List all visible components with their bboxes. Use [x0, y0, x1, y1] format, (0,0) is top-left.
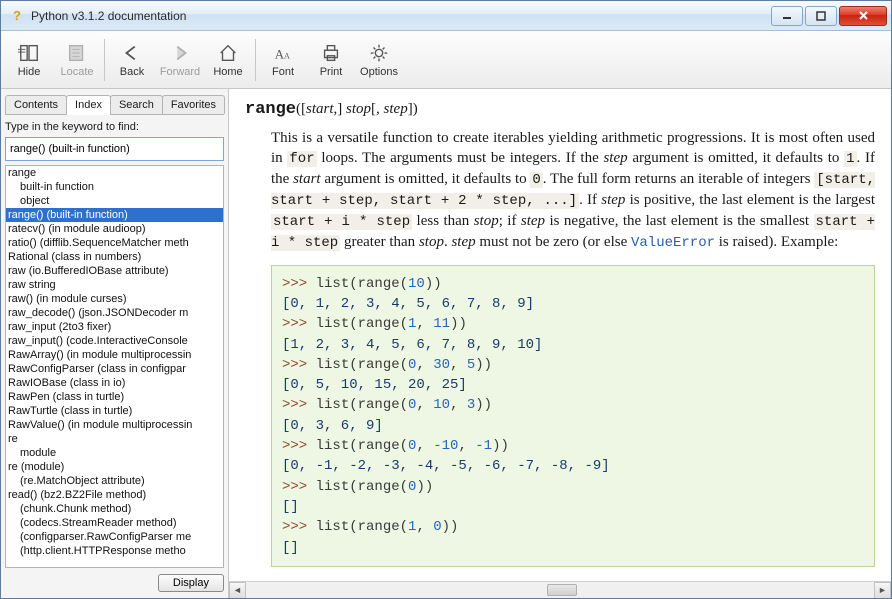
display-button[interactable]: Display: [158, 574, 224, 592]
keyword-input[interactable]: [5, 137, 224, 161]
maximize-icon: [816, 11, 826, 21]
font-label: Font: [272, 67, 294, 78]
index-item[interactable]: (re.MatchObject attribute): [6, 474, 223, 488]
content-pane[interactable]: range([start,] stop[, step]) This is a v…: [229, 89, 891, 598]
close-icon: [858, 10, 869, 21]
index-item[interactable]: raw_decode() (json.JSONDecoder m: [6, 306, 223, 320]
index-item[interactable]: re: [6, 432, 223, 446]
index-item[interactable]: RawArray() (in module multiprocessin: [6, 348, 223, 362]
index-item[interactable]: range: [6, 166, 223, 180]
index-item[interactable]: (chunk.Chunk method): [6, 502, 223, 516]
print-icon: [319, 41, 343, 65]
function-signature: range([start,] stop[, step]): [245, 99, 875, 122]
locate-label: Locate: [60, 67, 93, 78]
index-item[interactable]: RawTurtle (class in turtle): [6, 404, 223, 418]
scroll-track[interactable]: [246, 582, 874, 599]
back-label: Back: [120, 67, 144, 78]
app-icon: ?: [9, 8, 25, 24]
forward-icon: [168, 41, 192, 65]
tabs: Contents Index Search Favorites: [5, 93, 224, 115]
function-args: ([start,] stop[, step]): [296, 101, 418, 117]
minimize-button[interactable]: [771, 6, 803, 26]
keyword-label: Type in the keyword to find:: [5, 121, 224, 133]
toolbar-separator: [104, 39, 105, 81]
index-item[interactable]: RawIOBase (class in io): [6, 376, 223, 390]
options-label: Options: [360, 67, 398, 78]
valueerror-link[interactable]: ValueError: [631, 235, 715, 251]
tab-search[interactable]: Search: [110, 95, 163, 114]
hide-button[interactable]: Hide: [5, 37, 53, 82]
scroll-right-icon[interactable]: ►: [874, 582, 891, 599]
main-split: Contents Index Search Favorites Type in …: [1, 89, 891, 598]
index-item[interactable]: RawConfigParser (class in configpar: [6, 362, 223, 376]
doc-content: range([start,] stop[, step]) This is a v…: [229, 89, 891, 587]
index-item[interactable]: built-in function: [6, 180, 223, 194]
index-list[interactable]: rangebuilt-in functionobjectrange() (bui…: [6, 166, 223, 567]
index-item[interactable]: re (module): [6, 460, 223, 474]
close-button[interactable]: [839, 6, 887, 26]
index-item[interactable]: (codecs.StreamReader method): [6, 516, 223, 530]
locate-button[interactable]: Locate: [53, 37, 101, 82]
home-label: Home: [213, 67, 242, 78]
index-item[interactable]: raw string: [6, 278, 223, 292]
function-name: range: [245, 100, 296, 119]
index-item[interactable]: ratio() (difflib.SequenceMatcher meth: [6, 236, 223, 250]
index-item[interactable]: (http.client.HTTPResponse metho: [6, 544, 223, 558]
index-item[interactable]: module: [6, 446, 223, 460]
toolbar: Hide Locate Back Forward Home: [1, 31, 891, 89]
left-pane: Contents Index Search Favorites Type in …: [1, 89, 229, 598]
index-item[interactable]: object: [6, 194, 223, 208]
window-controls: [769, 6, 887, 26]
window-title: Python v3.1.2 documentation: [31, 9, 763, 23]
index-item[interactable]: raw() (in module curses): [6, 292, 223, 306]
function-description: This is a versatile function to create i…: [271, 128, 875, 253]
scroll-thumb[interactable]: [547, 584, 577, 596]
index-item[interactable]: RawPen (class in turtle): [6, 390, 223, 404]
hide-icon: [17, 41, 41, 65]
scroll-left-icon[interactable]: ◄: [229, 582, 246, 599]
horizontal-scrollbar[interactable]: ◄ ►: [229, 581, 891, 598]
home-icon: [216, 41, 240, 65]
index-item[interactable]: raw_input() (code.InteractiveConsole: [6, 334, 223, 348]
index-item[interactable]: raw (io.BufferedIOBase attribute): [6, 264, 223, 278]
tab-index[interactable]: Index: [66, 95, 111, 115]
titlebar: ? Python v3.1.2 documentation: [1, 1, 891, 31]
index-item[interactable]: raw_input (2to3 fixer): [6, 320, 223, 334]
index-item[interactable]: (configparser.RawConfigParser me: [6, 530, 223, 544]
svg-text:A: A: [284, 52, 290, 61]
index-item[interactable]: RawValue() (in module multiprocessin: [6, 418, 223, 432]
maximize-button[interactable]: [805, 6, 837, 26]
index-item[interactable]: range() (built-in function): [6, 208, 223, 222]
tab-favorites[interactable]: Favorites: [162, 95, 225, 114]
display-row: Display: [5, 572, 224, 592]
home-button[interactable]: Home: [204, 37, 252, 82]
index-list-wrap: rangebuilt-in functionobjectrange() (bui…: [5, 165, 224, 568]
window: ? Python v3.1.2 documentation Hide: [0, 0, 892, 599]
back-button[interactable]: Back: [108, 37, 156, 82]
forward-label: Forward: [160, 67, 200, 78]
locate-icon: [65, 41, 89, 65]
index-item[interactable]: read() (bz2.BZ2File method): [6, 488, 223, 502]
forward-button[interactable]: Forward: [156, 37, 204, 82]
minimize-icon: [782, 11, 792, 21]
code-example: >>> list(range(10)) [0, 1, 2, 3, 4, 5, 6…: [271, 265, 875, 567]
tab-contents[interactable]: Contents: [5, 95, 67, 114]
back-icon: [120, 41, 144, 65]
print-button[interactable]: Print: [307, 37, 355, 82]
options-button[interactable]: Options: [355, 37, 403, 82]
index-item[interactable]: Rational (class in numbers): [6, 250, 223, 264]
print-label: Print: [320, 67, 343, 78]
font-button[interactable]: AA Font: [259, 37, 307, 82]
index-item[interactable]: ratecv() (in module audioop): [6, 222, 223, 236]
options-icon: [367, 41, 391, 65]
font-icon: AA: [271, 41, 295, 65]
hide-label: Hide: [18, 67, 41, 78]
toolbar-separator: [255, 39, 256, 81]
